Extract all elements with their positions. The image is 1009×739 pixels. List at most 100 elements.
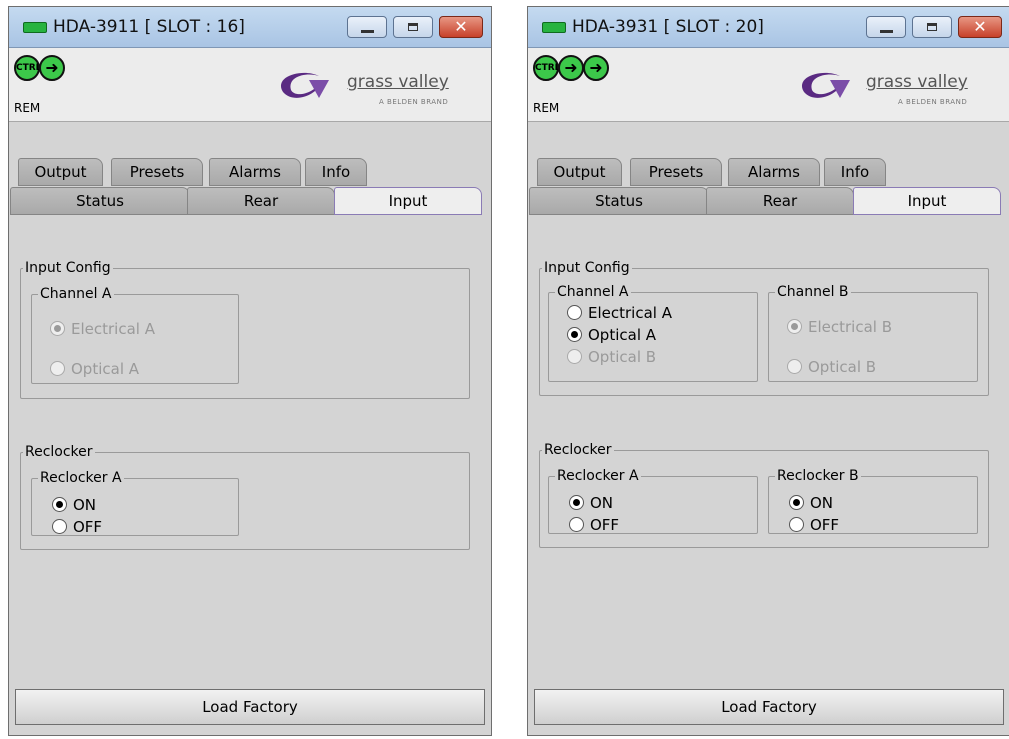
minimize-button[interactable] bbox=[866, 16, 906, 38]
on-label: ON bbox=[73, 496, 97, 514]
maximize-icon bbox=[408, 23, 418, 31]
status-led-icon bbox=[542, 22, 566, 33]
channel-b-group: Channel B Electrical B Optical B bbox=[768, 284, 978, 382]
card-header: CTRL ➜ ➜ REM grass valley A BELDEN BRAND bbox=[528, 48, 1009, 122]
tab-rear[interactable]: Rear bbox=[706, 187, 854, 215]
window-title: HDA-3911 [ SLOT : 16] bbox=[53, 17, 245, 37]
ctrl-status-icon[interactable]: CTRL bbox=[14, 55, 41, 81]
optical-a-radio[interactable]: Optical A bbox=[50, 360, 139, 378]
brand-name: grass valley bbox=[347, 72, 449, 92]
close-button[interactable]: ✕ bbox=[439, 16, 483, 38]
optical-b-label: Optical B bbox=[808, 358, 877, 376]
grass-valley-logo bbox=[802, 72, 850, 98]
on-label: ON bbox=[810, 494, 834, 512]
tab-info[interactable]: Info bbox=[824, 158, 886, 186]
reclocker-a-group: Reclocker A ON OFF bbox=[548, 468, 758, 534]
input-config-group: Input Config Channel A Electrical A Opti… bbox=[20, 260, 470, 399]
brand-subtitle: A BELDEN BRAND bbox=[898, 98, 968, 106]
minimize-button[interactable] bbox=[347, 16, 387, 38]
tab-input[interactable]: Input bbox=[334, 187, 482, 215]
title-bar[interactable]: HDA-3931 [ SLOT : 20] ✕ bbox=[528, 7, 1009, 48]
reclocker-b-on-radio[interactable]: ON bbox=[789, 494, 833, 512]
rem-label: REM bbox=[14, 101, 41, 115]
grass-valley-logo bbox=[281, 72, 329, 98]
arrow-right-icon[interactable]: ➜ bbox=[583, 55, 609, 81]
hda3911-window: HDA-3911 [ SLOT : 16] ✕ CTRL ➜ REM grass… bbox=[8, 6, 492, 736]
input-panel: Input Config Channel A Electrical A Opti… bbox=[529, 215, 1009, 677]
close-button[interactable]: ✕ bbox=[958, 16, 1002, 38]
radio-icon bbox=[787, 359, 802, 374]
optical-b-radio[interactable]: Optical B bbox=[567, 348, 656, 366]
radio-icon bbox=[52, 519, 67, 534]
brand-name: grass valley bbox=[866, 72, 968, 92]
channel-a-label: Channel A bbox=[557, 284, 629, 300]
off-label: OFF bbox=[590, 516, 620, 534]
optical-b-label: Optical B bbox=[588, 348, 657, 366]
input-panel: Input Config Channel A Electrical A Opti… bbox=[10, 215, 490, 677]
reclocker-group: Reclocker Reclocker A ON OFF bbox=[20, 444, 470, 550]
radio-selected-icon bbox=[52, 497, 67, 512]
channel-b-label: Channel B bbox=[777, 284, 849, 300]
radio-selected-icon bbox=[567, 327, 582, 342]
reclocker-b-group: Reclocker B ON OFF bbox=[768, 468, 978, 534]
radio-selected-icon bbox=[569, 495, 584, 510]
reclocker-a-on-radio[interactable]: ON bbox=[569, 494, 613, 512]
reclocker-a-off-radio[interactable]: OFF bbox=[569, 516, 619, 534]
radio-selected-icon bbox=[50, 321, 65, 336]
radio-selected-icon bbox=[787, 319, 802, 334]
reclocker-label: Reclocker bbox=[25, 444, 93, 460]
reclocker-a-off-radio[interactable]: OFF bbox=[52, 518, 102, 536]
electrical-a-radio[interactable]: Electrical A bbox=[567, 304, 672, 322]
tab-output[interactable]: Output bbox=[18, 158, 103, 186]
tab-alarms[interactable]: Alarms bbox=[209, 158, 301, 186]
reclocker-a-group: Reclocker A ON OFF bbox=[31, 470, 239, 536]
input-config-label: Input Config bbox=[544, 260, 630, 276]
radio-icon bbox=[50, 361, 65, 376]
maximize-button[interactable] bbox=[393, 16, 433, 38]
electrical-a-label: Electrical A bbox=[71, 320, 155, 338]
electrical-b-label: Electrical B bbox=[808, 318, 893, 336]
radio-icon bbox=[789, 517, 804, 532]
input-config-group: Input Config Channel A Electrical A Opti… bbox=[539, 260, 989, 396]
tab-status[interactable]: Status bbox=[529, 187, 709, 215]
tab-output[interactable]: Output bbox=[537, 158, 622, 186]
card-header: CTRL ➜ REM grass valley A BELDEN BRAND bbox=[9, 48, 491, 122]
arrow-right-icon[interactable]: ➜ bbox=[558, 55, 584, 81]
maximize-icon bbox=[927, 23, 937, 31]
off-label: OFF bbox=[73, 518, 103, 536]
tab-info[interactable]: Info bbox=[305, 158, 367, 186]
close-icon: ✕ bbox=[454, 17, 468, 36]
load-factory-button[interactable]: Load Factory bbox=[15, 689, 485, 725]
arrow-right-icon[interactable]: ➜ bbox=[39, 55, 65, 81]
radio-icon bbox=[567, 305, 582, 320]
channel-a-group: Channel A Electrical A Optical A Optical… bbox=[548, 284, 758, 382]
hda3931-window: HDA-3931 [ SLOT : 20] ✕ CTRL ➜ ➜ REM gra… bbox=[527, 6, 1009, 736]
window-title: HDA-3931 [ SLOT : 20] bbox=[572, 17, 764, 37]
ctrl-status-icon[interactable]: CTRL bbox=[533, 55, 560, 81]
reclocker-b-off-radio[interactable]: OFF bbox=[789, 516, 839, 534]
reclocker-a-label: Reclocker A bbox=[557, 468, 639, 484]
minimize-icon bbox=[880, 30, 893, 33]
optical-b-radio[interactable]: Optical B bbox=[787, 358, 876, 376]
tab-input[interactable]: Input bbox=[853, 187, 1001, 215]
radio-icon bbox=[567, 349, 582, 364]
load-factory-button[interactable]: Load Factory bbox=[534, 689, 1004, 725]
electrical-a-label: Electrical A bbox=[588, 304, 672, 322]
tab-presets[interactable]: Presets bbox=[111, 158, 203, 186]
rem-label: REM bbox=[533, 101, 560, 115]
on-label: ON bbox=[590, 494, 614, 512]
reclocker-a-label: Reclocker A bbox=[40, 470, 122, 486]
electrical-a-radio[interactable]: Electrical A bbox=[50, 320, 155, 338]
tab-status[interactable]: Status bbox=[10, 187, 190, 215]
maximize-button[interactable] bbox=[912, 16, 952, 38]
electrical-b-radio[interactable]: Electrical B bbox=[787, 318, 892, 336]
radio-selected-icon bbox=[789, 495, 804, 510]
tab-rear[interactable]: Rear bbox=[187, 187, 335, 215]
brand-subtitle: A BELDEN BRAND bbox=[379, 98, 449, 106]
tab-alarms[interactable]: Alarms bbox=[728, 158, 820, 186]
optical-a-radio[interactable]: Optical A bbox=[567, 326, 656, 344]
title-bar[interactable]: HDA-3911 [ SLOT : 16] ✕ bbox=[9, 7, 491, 48]
reclocker-a-on-radio[interactable]: ON bbox=[52, 496, 96, 514]
channel-a-group: Channel A Electrical A Optical A bbox=[31, 286, 239, 384]
tab-presets[interactable]: Presets bbox=[630, 158, 722, 186]
